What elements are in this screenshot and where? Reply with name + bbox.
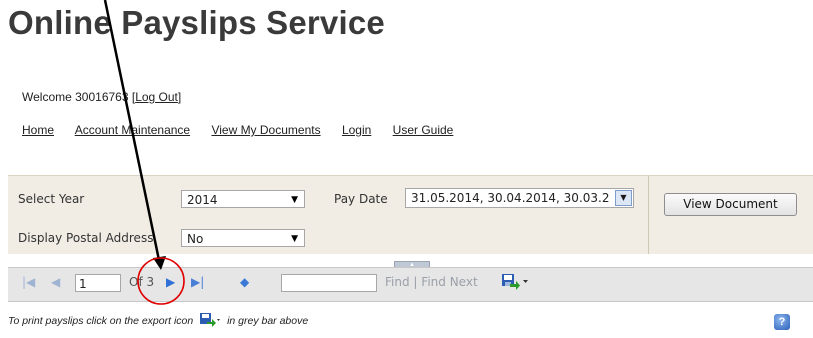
annotation-overlay (103, 0, 185, 305)
annotation-arrow-line (103, 0, 162, 266)
